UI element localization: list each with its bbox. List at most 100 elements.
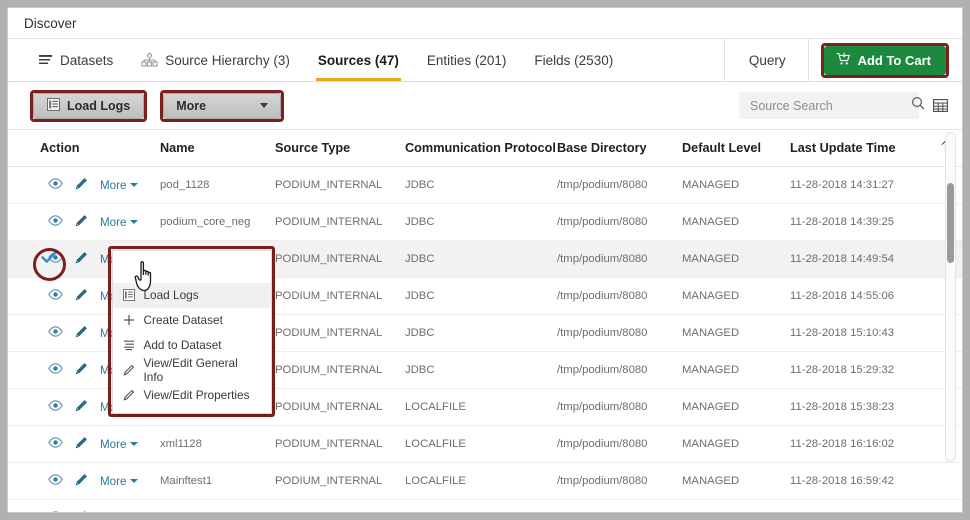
cell-last-update: 11-28-2018 14:55:06 bbox=[790, 277, 940, 315]
search-icon[interactable] bbox=[911, 96, 925, 115]
eye-icon[interactable] bbox=[48, 215, 63, 229]
row-more-button[interactable]: More bbox=[100, 178, 139, 192]
cell-default-level: MANAGED bbox=[682, 314, 790, 352]
cell-default-level: MANAGED bbox=[682, 425, 790, 463]
cell-source-type: PODIUM_INTERNAL bbox=[275, 314, 405, 352]
source-search-box[interactable] bbox=[739, 92, 925, 119]
row-action-cell: More bbox=[8, 166, 160, 204]
cell-source-type: PODIUM_INTERNAL bbox=[275, 351, 405, 389]
pencil-icon[interactable] bbox=[75, 251, 88, 267]
context-menu-item-label: Add to Dataset bbox=[143, 338, 222, 352]
pencil-icon[interactable] bbox=[75, 473, 88, 489]
tab-datasets[interactable]: Datasets bbox=[24, 39, 127, 81]
load-logs-button[interactable]: Load Logs bbox=[33, 92, 145, 119]
pencil-icon[interactable] bbox=[75, 325, 88, 341]
chevron-down-icon bbox=[260, 103, 269, 108]
cell-name: pod_1128 bbox=[160, 166, 275, 204]
search-input[interactable] bbox=[750, 98, 911, 113]
context-menu-item-3[interactable]: View/Edit General Info bbox=[113, 356, 271, 384]
eye-icon[interactable] bbox=[48, 363, 63, 377]
context-menu-item-1[interactable]: Create Dataset bbox=[113, 308, 271, 333]
eye-icon[interactable] bbox=[48, 437, 63, 451]
table-vertical-scrollbar[interactable] bbox=[945, 132, 956, 462]
row-more-button[interactable]: More bbox=[100, 475, 139, 488]
row-action-group: More bbox=[40, 214, 160, 230]
col-name[interactable]: Name bbox=[160, 130, 275, 167]
col-action[interactable]: Action bbox=[8, 130, 160, 167]
context-menu-item-2[interactable]: Add to Dataset bbox=[113, 333, 271, 358]
col-base-directory[interactable]: Base Directory bbox=[557, 130, 682, 167]
main-tabbar: Datasets Source Hierarchy (3) Sources (4… bbox=[8, 39, 962, 82]
pencil-icon[interactable] bbox=[75, 288, 88, 304]
cell-name: podium_coreiuiu bbox=[160, 499, 275, 512]
cell-last-update: 11-28-2018 15:38:23 bbox=[790, 388, 940, 426]
pencil-icon[interactable] bbox=[75, 214, 88, 230]
pencil-icon[interactable] bbox=[75, 362, 88, 378]
scrollbar-thumb[interactable] bbox=[947, 183, 954, 263]
cell-name: podium_core_neg bbox=[160, 203, 275, 241]
logs-icon bbox=[123, 289, 136, 301]
table-row[interactable]: More podium_coreiuiu PODIUM_INTERNAL JDB… bbox=[8, 499, 962, 513]
more-button-annotation: More bbox=[160, 89, 285, 122]
context-menu-item-0[interactable]: Load Logs bbox=[112, 282, 271, 308]
pencil-icon[interactable] bbox=[75, 399, 88, 415]
col-source-type[interactable]: Source Type bbox=[275, 130, 405, 167]
row-more-label: More bbox=[100, 178, 127, 192]
eye-icon[interactable] bbox=[48, 289, 63, 303]
table-row[interactable]: More Mainftest1 PODIUM_INTERNAL LOCALFIL… bbox=[8, 462, 962, 500]
eye-icon[interactable] bbox=[48, 400, 63, 414]
cell-base-directory: /tmp/podium/8080 bbox=[557, 240, 682, 278]
cell-base-directory: /tmp/podium/8080 bbox=[557, 425, 682, 463]
cell-last-update: 11-28-2018 15:29:32 bbox=[790, 351, 940, 389]
cell-protocol: JDBC bbox=[405, 499, 557, 512]
tab-label: Entities (201) bbox=[426, 52, 507, 68]
cell-protocol: LOCALFILE bbox=[405, 388, 557, 426]
pencil-icon[interactable] bbox=[75, 510, 88, 512]
row-more-context-menu: Load Logs Create Dataset Add to Dataset … bbox=[111, 249, 272, 414]
eye-icon[interactable] bbox=[48, 511, 63, 512]
pencil-icon[interactable] bbox=[75, 436, 88, 452]
tab-label: Source Hierarchy (3) bbox=[165, 52, 290, 68]
cell-last-update: 11-28-2018 15:10:43 bbox=[790, 314, 940, 352]
load-logs-label: Load Logs bbox=[67, 98, 131, 113]
grid-view-icon[interactable] bbox=[933, 98, 948, 113]
shopping-cart-icon bbox=[836, 52, 851, 69]
row-more-button[interactable]: More bbox=[100, 438, 139, 451]
window-titlebar: Discover bbox=[8, 8, 962, 39]
tab-entities[interactable]: Entities (201) bbox=[413, 39, 521, 81]
row-more-button[interactable]: More bbox=[100, 216, 139, 229]
table-row[interactable]: More podium_core_neg PODIUM_INTERNAL JDB… bbox=[8, 203, 962, 241]
table-row[interactable]: More xml1128 PODIUM_INTERNAL LOCALFILE /… bbox=[8, 425, 962, 463]
cell-default-level: MANAGED bbox=[682, 166, 790, 204]
row-action-group: More bbox=[40, 473, 160, 489]
tab-sources[interactable]: Sources (47) bbox=[304, 39, 413, 81]
pencil-icon[interactable] bbox=[75, 177, 88, 193]
table-row[interactable]: More pod_1128 PODIUM_INTERNAL JDBC /tmp/… bbox=[8, 166, 962, 204]
cell-default-level: MANAGED bbox=[682, 203, 790, 241]
context-menu-item-4[interactable]: View/Edit Properties bbox=[113, 383, 271, 408]
add-to-cart-button[interactable]: Add To Cart bbox=[823, 45, 946, 75]
page-title: Discover bbox=[24, 15, 77, 31]
cell-name: Mainftest1 bbox=[160, 462, 275, 500]
eye-icon[interactable] bbox=[48, 178, 63, 192]
more-button[interactable]: More bbox=[163, 92, 282, 119]
cell-protocol: JDBC bbox=[405, 203, 557, 241]
tab-fields[interactable]: Fields (2530) bbox=[520, 39, 627, 81]
tab-source-hierarchy[interactable]: Source Hierarchy (3) bbox=[127, 39, 304, 81]
cell-protocol: JDBC bbox=[405, 277, 557, 315]
sources-toolbar: Load Logs More bbox=[8, 82, 962, 130]
hierarchy-icon bbox=[141, 52, 158, 68]
row-action-group: More bbox=[40, 510, 160, 513]
query-button[interactable]: Query bbox=[723, 39, 808, 81]
row-action-cell: More bbox=[8, 203, 160, 241]
col-default-level[interactable]: Default Level bbox=[682, 130, 790, 167]
cell-source-type: PODIUM_INTERNAL bbox=[275, 277, 405, 315]
row-more-button[interactable]: More bbox=[100, 512, 138, 513]
eye-icon[interactable] bbox=[48, 474, 63, 488]
col-communication-protocol[interactable]: Communication Protocol bbox=[405, 130, 557, 167]
chevron-down-icon bbox=[130, 220, 139, 224]
cell-name: xml1128 bbox=[160, 425, 275, 463]
cell-last-update: 11-28-2018 14:31:27 bbox=[790, 166, 940, 204]
col-last-update-time[interactable]: Last Update Time bbox=[790, 130, 940, 167]
eye-icon[interactable] bbox=[48, 326, 63, 340]
